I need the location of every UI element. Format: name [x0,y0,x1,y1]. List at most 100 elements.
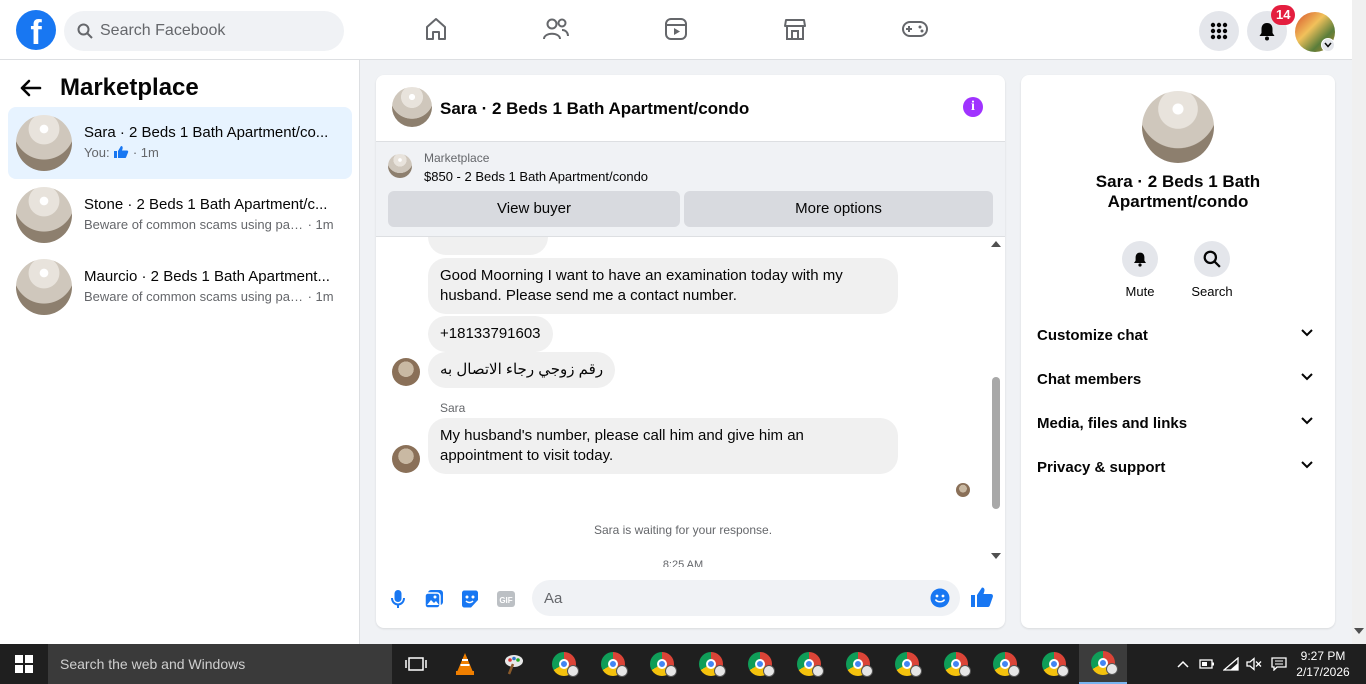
chrome-taskbar-icon[interactable] [834,644,882,684]
listing-thumbnail [388,154,412,178]
more-options-button[interactable]: More options [684,191,993,227]
chrome-taskbar-icon[interactable] [687,644,735,684]
emoji-icon[interactable] [930,588,950,608]
chrome-taskbar-icon[interactable] [736,644,784,684]
bell-icon [1134,252,1146,267]
listing-thumbnail[interactable] [392,87,432,127]
conversation-title: Maurcio · 2 Beds 1 Bath Apartment... [84,268,330,285]
chevron-down-icon [1301,373,1313,381]
message-list[interactable]: Good Moorning I want to have an examinat… [376,237,1005,567]
taskbar-search-placeholder: Search the web and Windows [60,656,246,672]
menu-grid-button[interactable] [1199,11,1239,51]
battery-icon[interactable] [1199,656,1215,672]
chrome-taskbar-icon[interactable] [638,644,686,684]
photo-icon[interactable] [422,587,446,611]
wifi-icon[interactable] [1223,656,1239,672]
preview-text: Beware of common scams using pay... [84,289,304,304]
vlc-icon[interactable] [441,644,489,684]
message-composer: GIF [376,575,1005,623]
facebook-logo[interactable]: f [16,10,56,50]
chrome-taskbar-icon-active[interactable] [1079,644,1127,684]
message-bubble: Good Moorning I want to have an examinat… [428,258,898,314]
paint-app-icon[interactable] [490,644,538,684]
search-icon [1203,250,1221,268]
scroll-up-arrow-icon[interactable] [991,241,1001,247]
conversation-item[interactable]: Maurcio · 2 Beds 1 Bath Apartment... Bew… [8,251,352,323]
view-buyer-button[interactable]: View buyer [388,191,680,227]
listing-thumbnail[interactable] [1142,91,1214,163]
chrome-taskbar-icon[interactable] [589,644,637,684]
chevron-down-icon [1301,417,1313,425]
task-view-icon[interactable] [392,644,440,684]
listing-price-title[interactable]: $850 - 2 Beds 1 Bath Apartment/condo [424,169,648,184]
video-icon[interactable] [661,14,691,44]
chrome-taskbar-icon[interactable] [785,644,833,684]
info-icon[interactable]: i [963,97,983,117]
windows-start-button[interactable] [0,644,48,684]
section-label: Media, files and links [1037,415,1188,432]
preview-text: Beware of common scams using pay... [84,217,304,232]
search-in-conversation-button[interactable]: Search [1184,241,1240,299]
scroll-down-arrow-icon[interactable] [991,553,1001,559]
chat-scrollbar[interactable] [990,237,1002,565]
message-bubble-partial [428,237,548,255]
waiting-notice: Sara is waiting for your response. [593,523,773,537]
media-files-links-section[interactable]: Media, files and links [1029,403,1327,447]
chat-members-section[interactable]: Chat members [1029,359,1327,403]
thumbs-up-icon[interactable] [970,585,994,609]
section-label: Chat members [1037,371,1142,388]
chrome-taskbar-icon[interactable] [1030,644,1078,684]
timestamp: 8:25 AM [662,559,704,567]
conversation-item[interactable]: Stone · 2 Beds 1 Bath Apartment/c... Bew… [8,179,352,251]
mute-label: Mute [1125,284,1155,299]
marketplace-icon[interactable] [780,14,810,44]
chevron-down-icon[interactable] [1321,38,1335,52]
conversation-preview: Beware of common scams using pay... · 1m [84,217,346,232]
preview-time: · 1m [304,217,334,232]
customize-chat-section[interactable]: Customize chat [1029,315,1327,359]
chat-details-panel: Sara · 2 Beds 1 Bath Apartment/condo Mut… [1021,75,1335,628]
action-center-icon[interactable] [1271,656,1287,672]
scrollbar-thumb[interactable] [992,377,1000,509]
chat-title[interactable]: Sara · 2 Beds 1 Bath Apartment/condo [440,99,749,119]
taskbar-search-box[interactable]: Search the web and Windows [48,644,392,684]
chat-window: Sara · 2 Beds 1 Bath Apartment/condo i M… [376,75,1005,628]
conversation-item[interactable]: Sara · 2 Beds 1 Bath Apartment/co... You… [8,107,352,179]
message-input-box[interactable] [532,580,960,616]
page-scrollbar[interactable] [1352,0,1366,644]
read-receipt-avatar [956,483,970,497]
friends-icon[interactable] [541,14,571,44]
listing-thumbnail [16,259,72,315]
gaming-icon[interactable] [900,14,930,44]
chrome-taskbar-icon[interactable] [540,644,588,684]
back-arrow-icon[interactable] [20,79,42,97]
conversation-preview: Beware of common scams using pay... · 1m [84,289,346,304]
home-icon[interactable] [421,14,451,44]
chevron-up-icon[interactable] [1175,656,1191,672]
chrome-taskbar-icon[interactable] [932,644,980,684]
gif-icon[interactable]: GIF [494,587,518,611]
sticker-icon[interactable] [458,587,482,611]
chrome-taskbar-icon[interactable] [981,644,1029,684]
message-input[interactable] [544,580,914,616]
microphone-icon[interactable] [386,587,410,611]
marketplace-inbox-sidebar: Marketplace Sara · 2 Beds 1 Bath Apartme… [0,60,360,644]
message-bubble: +18133791603 [428,316,553,352]
grid-icon [1210,22,1228,40]
speaker-muted-icon[interactable] [1246,656,1262,672]
scroll-down-arrow-icon[interactable] [1354,628,1364,634]
marketplace-label: Marketplace [424,151,490,165]
sender-avatar[interactable] [392,358,420,386]
top-navigation-bar: f 14 [0,0,1352,60]
conversation-preview: You: · 1m [84,145,346,160]
mute-button[interactable]: Mute [1112,241,1168,299]
system-clock[interactable]: 9:27 PM 2/17/2026 [1292,648,1354,680]
listing-thumbnail [16,187,72,243]
message-bubble: رقم زوجي رجاء الاتصال به [428,352,616,388]
chrome-taskbar-icon[interactable] [883,644,931,684]
privacy-support-section[interactable]: Privacy & support [1029,447,1327,491]
search-input[interactable] [100,11,330,51]
details-title: Sara · 2 Beds 1 Bath Apartment/condo [1095,172,1261,211]
search-bar[interactable] [64,11,344,51]
sender-avatar[interactable] [392,445,420,473]
